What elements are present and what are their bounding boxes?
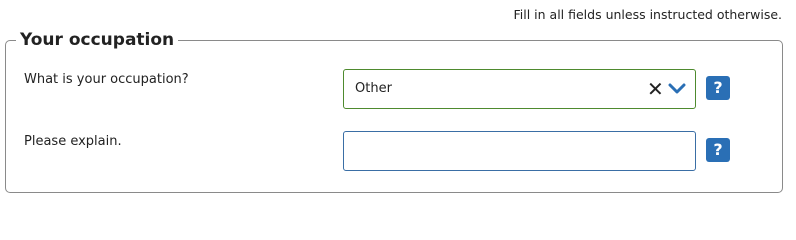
section-title: Your occupation [20, 30, 175, 50]
explain-help-button[interactable]: ? [706, 138, 730, 162]
explain-label: Please explain. [24, 134, 122, 149]
occupation-label: What is your occupation? [24, 72, 189, 87]
chevron-down-icon[interactable] [668, 82, 686, 96]
page: Fill in all fields unless instructed oth… [0, 0, 796, 204]
close-icon[interactable]: ✕ [647, 79, 664, 99]
occupation-selected-value: Other [355, 81, 392, 96]
explain-input[interactable] [343, 131, 696, 171]
occupation-select[interactable]: Other ✕ [343, 69, 696, 109]
help-icon: ? [713, 140, 723, 159]
occupation-help-button[interactable]: ? [706, 76, 730, 100]
help-icon: ? [713, 78, 723, 97]
instructions-text: Fill in all fields unless instructed oth… [513, 7, 783, 22]
